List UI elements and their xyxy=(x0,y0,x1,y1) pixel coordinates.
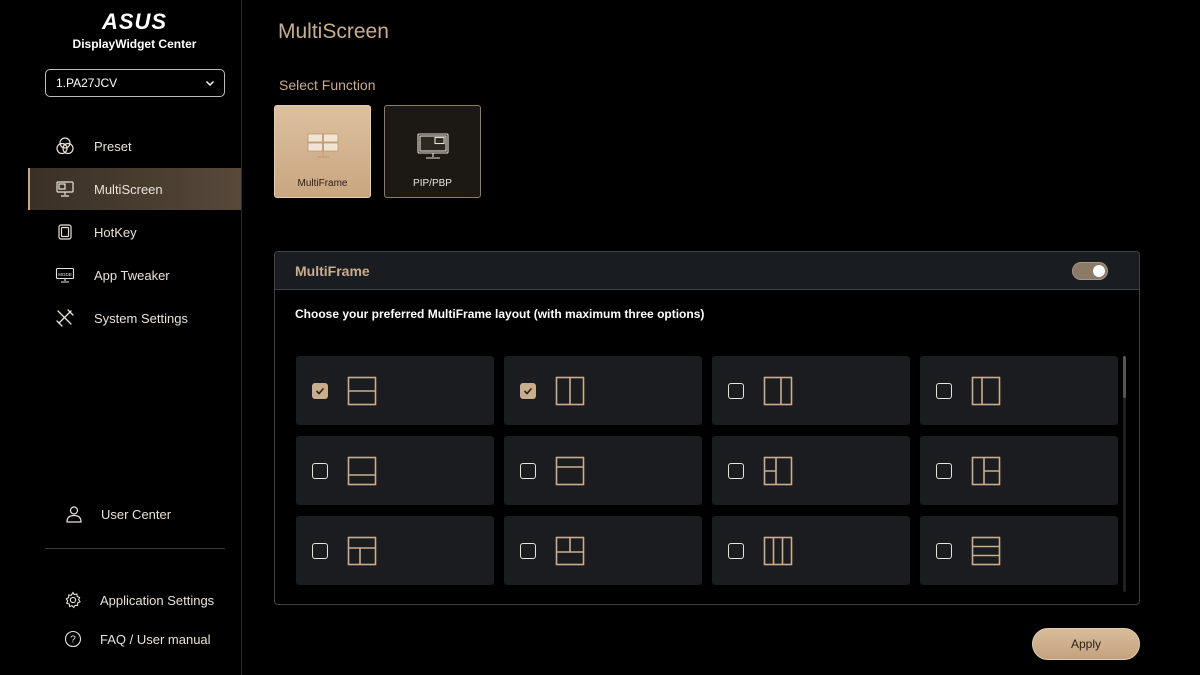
layout-option[interactable] xyxy=(296,436,494,505)
three-top-split-icon xyxy=(555,536,585,565)
window-left-edge xyxy=(0,0,28,675)
split-horizontal-icon xyxy=(347,376,377,405)
window-right-edge xyxy=(1171,0,1200,675)
checkbox[interactable] xyxy=(728,382,744,399)
sidebar-nav: Preset MultiScreen HotKey MODE App Tweak… xyxy=(28,125,241,340)
sidebar: ASUS DisplayWidget Center 1.PA27JCV Pres… xyxy=(28,0,242,675)
monitor-icon xyxy=(55,179,75,199)
layout-option[interactable] xyxy=(920,356,1118,425)
main-content: MultiScreen Select Function MultiFrame P… xyxy=(243,0,1171,675)
checkbox[interactable] xyxy=(936,542,952,559)
checkbox[interactable] xyxy=(312,462,328,479)
three-columns-icon xyxy=(763,536,793,565)
brand-area: ASUS DisplayWidget Center xyxy=(28,0,241,52)
pip-icon xyxy=(416,133,449,159)
user-center-label: User Center xyxy=(101,506,172,522)
monitor-select[interactable]: 1.PA27JCV xyxy=(45,69,225,97)
split-vertical-wide-left-icon xyxy=(971,376,1001,405)
layout-option[interactable] xyxy=(712,436,910,505)
preset-icon xyxy=(55,136,75,156)
sidebar-item-label: Preset xyxy=(94,138,132,154)
checkbox[interactable] xyxy=(936,462,952,479)
three-left-split-icon xyxy=(763,456,793,485)
layout-option[interactable] xyxy=(296,356,494,425)
checkbox[interactable] xyxy=(520,462,536,479)
app-title: DisplayWidget Center xyxy=(72,37,197,51)
layout-option[interactable] xyxy=(504,436,702,505)
layout-option[interactable] xyxy=(920,516,1118,585)
three-rows-icon xyxy=(971,536,1001,565)
hotkey-icon xyxy=(55,222,75,242)
split-horizontal-bottom-large-icon xyxy=(555,456,585,485)
sidebar-item-label: HotKey xyxy=(94,224,137,240)
svg-text:MODE: MODE xyxy=(58,272,72,277)
checkbox[interactable] xyxy=(520,542,536,559)
monitor-select-value: 1.PA27JCV xyxy=(56,76,118,90)
split-vertical-icon xyxy=(555,376,585,405)
checkbox[interactable] xyxy=(728,542,744,559)
panel-title: MultiFrame xyxy=(295,262,370,279)
multiframe-panel: MultiFrame Choose your preferred MultiFr… xyxy=(274,251,1140,605)
checkbox[interactable] xyxy=(520,382,536,399)
tools-icon xyxy=(55,308,75,328)
scrollbar-thumb[interactable] xyxy=(1123,356,1126,398)
layout-scrollbar[interactable] xyxy=(1123,356,1126,592)
layout-option[interactable] xyxy=(296,516,494,585)
layout-option[interactable] xyxy=(712,516,910,585)
mode-icon: MODE xyxy=(55,265,75,285)
function-label: PIP/PBP xyxy=(413,178,452,189)
toggle-knob xyxy=(1093,264,1105,277)
faq-link[interactable]: ? FAQ / User manual xyxy=(28,626,241,652)
layout-option[interactable] xyxy=(504,356,702,425)
checkbox[interactable] xyxy=(312,382,328,399)
application-settings-link[interactable]: Application Settings xyxy=(28,587,241,613)
sidebar-item-hotkey[interactable]: HotKey xyxy=(28,211,241,253)
multiframe-toggle[interactable] xyxy=(1072,261,1108,280)
sidebar-item-label: App Tweaker xyxy=(94,267,170,283)
sidebar-divider xyxy=(45,548,225,549)
checkbox[interactable] xyxy=(312,542,328,559)
function-multiframe-button[interactable]: MultiFrame xyxy=(274,105,371,198)
sidebar-item-system-settings[interactable]: System Settings xyxy=(28,297,241,339)
checkbox[interactable] xyxy=(728,462,744,479)
layout-grid xyxy=(296,356,1118,585)
sidebar-item-preset[interactable]: Preset xyxy=(28,125,241,167)
faq-label: FAQ / User manual xyxy=(100,631,211,647)
layout-option[interactable] xyxy=(712,356,910,425)
three-right-split-icon xyxy=(971,456,1001,485)
user-center-link[interactable]: User Center xyxy=(28,500,241,528)
function-label: MultiFrame xyxy=(297,178,348,189)
panel-description: Choose your preferred MultiFrame layout … xyxy=(295,307,705,321)
sidebar-item-multiscreen[interactable]: MultiScreen xyxy=(28,168,241,210)
apply-button[interactable]: Apply xyxy=(1032,628,1140,660)
gear-icon xyxy=(64,591,82,609)
layout-option[interactable] xyxy=(920,436,1118,505)
sidebar-item-app-tweaker[interactable]: MODE App Tweaker xyxy=(28,254,241,296)
page-title: MultiScreen xyxy=(278,20,389,43)
panel-header: MultiFrame xyxy=(275,252,1139,290)
layout-option[interactable] xyxy=(504,516,702,585)
sidebar-item-label: System Settings xyxy=(94,310,188,326)
sidebar-item-label: MultiScreen xyxy=(94,181,163,197)
split-horizontal-top-large-icon xyxy=(347,456,377,485)
asus-logo: ASUS xyxy=(101,9,168,34)
user-icon xyxy=(65,505,83,523)
select-function-label: Select Function xyxy=(279,77,376,93)
svg-text:?: ? xyxy=(70,635,76,646)
function-pip-pbp-button[interactable]: PIP/PBP xyxy=(384,105,481,198)
chevron-down-icon xyxy=(206,81,214,86)
three-bottom-split-icon xyxy=(347,536,377,565)
split-vertical-wide-right-icon xyxy=(763,376,793,405)
multiframe-icon xyxy=(307,133,338,158)
application-settings-label: Application Settings xyxy=(100,592,215,608)
checkbox[interactable] xyxy=(936,382,952,399)
help-icon: ? xyxy=(64,630,82,648)
